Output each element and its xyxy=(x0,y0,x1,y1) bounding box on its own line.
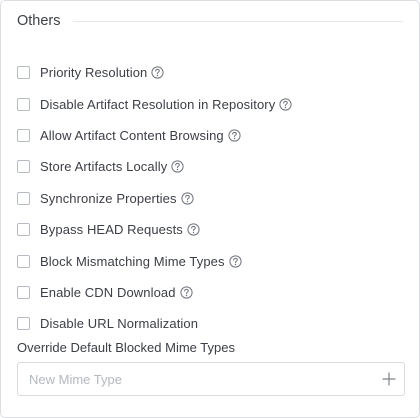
mime-type-input-group xyxy=(17,362,405,396)
option-label[interactable]: Priority Resolution xyxy=(40,65,147,80)
option-row[interactable]: Disable Artifact Resolution in Repositor… xyxy=(17,88,407,119)
checkbox[interactable] xyxy=(17,254,30,268)
option-row[interactable]: Synchronize Properties xyxy=(17,183,407,214)
checkbox[interactable] xyxy=(17,160,30,174)
checkbox[interactable] xyxy=(17,128,30,142)
checkbox[interactable] xyxy=(17,223,30,237)
option-row[interactable]: Enable CDN Download xyxy=(17,277,407,308)
question-circle-icon[interactable] xyxy=(171,160,184,173)
option-row[interactable]: Store Artifacts Locally xyxy=(17,151,407,182)
question-circle-icon[interactable] xyxy=(228,129,241,142)
question-circle-icon[interactable] xyxy=(187,223,200,236)
option-label[interactable]: Bypass HEAD Requests xyxy=(40,222,183,237)
question-circle-icon[interactable] xyxy=(151,66,164,79)
option-label[interactable]: Allow Artifact Content Browsing xyxy=(40,128,224,143)
option-label[interactable]: Disable Artifact Resolution in Repositor… xyxy=(40,97,275,112)
question-circle-icon[interactable] xyxy=(179,286,193,299)
question-circle-icon[interactable] xyxy=(181,192,194,205)
question-circle-icon[interactable] xyxy=(229,254,242,268)
checkbox[interactable] xyxy=(17,191,30,205)
options-list: Priority Resolution Disable Artifact Reso… xyxy=(17,57,407,340)
section-title: Others xyxy=(17,13,61,29)
section-header: Others xyxy=(17,11,403,31)
option-label[interactable]: Enable CDN Download xyxy=(40,285,176,300)
option-label[interactable]: Disable URL Normalization xyxy=(40,316,198,331)
section-divider xyxy=(72,21,403,22)
option-row[interactable]: Allow Artifact Content Browsing xyxy=(17,120,407,151)
plus-icon[interactable] xyxy=(382,372,396,386)
option-row[interactable]: Disable URL Normalization xyxy=(17,308,407,339)
mime-types-label: Override Default Blocked Mime Types xyxy=(17,340,235,355)
checkbox[interactable] xyxy=(17,66,30,80)
option-row[interactable]: Priority Resolution xyxy=(17,57,407,88)
checkbox[interactable] xyxy=(17,285,30,299)
question-circle-icon[interactable] xyxy=(279,97,292,111)
option-row[interactable]: Bypass HEAD Requests xyxy=(17,214,407,245)
option-label[interactable]: Store Artifacts Locally xyxy=(40,159,167,174)
option-label[interactable]: Block Mismatching Mime Types xyxy=(40,254,225,269)
option-label[interactable]: Synchronize Properties xyxy=(40,191,177,206)
mime-type-input[interactable] xyxy=(18,363,369,395)
option-row[interactable]: Block Mismatching Mime Types xyxy=(17,245,407,276)
checkbox[interactable] xyxy=(17,317,30,331)
checkbox[interactable] xyxy=(17,97,30,111)
others-panel: Others Priority Resolution Disable Artifa… xyxy=(0,0,420,418)
